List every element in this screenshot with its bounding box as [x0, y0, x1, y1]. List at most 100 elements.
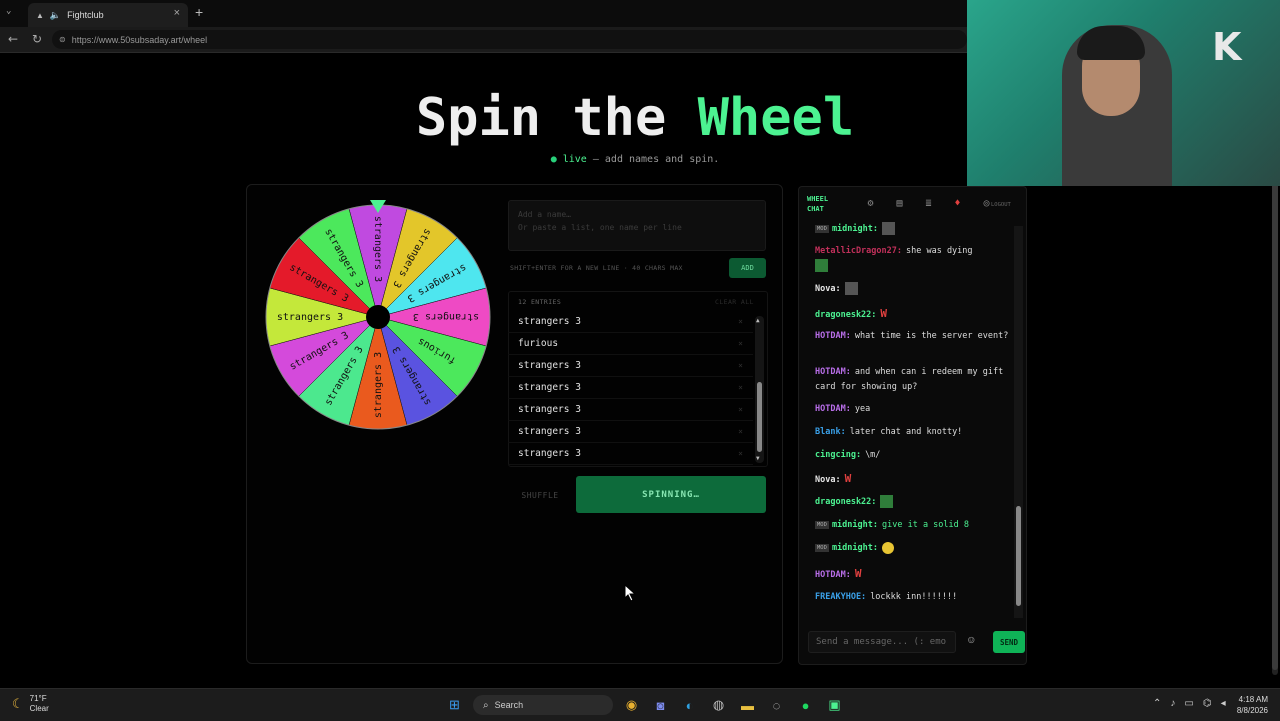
tray-chevron-icon[interactable]: ⌃ — [1153, 698, 1161, 709]
name-input[interactable]: Add a name… Or paste a list, one name pe… — [508, 200, 766, 251]
chat-message-input[interactable]: Send a message... (: emo — [808, 631, 956, 653]
entry-name: strangers 3 — [518, 404, 581, 415]
taskbar-apps: ⊞ ⌕ Search ◉ ◙ ◐ ◍ ▬ ◌ ● ▣ — [440, 695, 849, 715]
chat-username[interactable]: dragonesk22: — [815, 310, 876, 320]
chat-title: WHEEL CHAT — [807, 195, 829, 213]
chat-username[interactable]: Nova: — [815, 284, 841, 294]
chat-text: give it a solid 8 — [882, 520, 969, 530]
entry-row: furious × — [508, 333, 753, 355]
file-explorer-icon[interactable]: ▬ — [733, 698, 762, 713]
wheel-slice-label: strangers 3 — [277, 312, 343, 323]
steam-icon[interactable]: ◍ — [704, 697, 733, 713]
chat-username[interactable]: cingcing: — [815, 450, 861, 460]
volume-icon[interactable]: ◂ — [1221, 698, 1226, 709]
chrome-icon[interactable]: ◉ — [617, 697, 646, 713]
entry-remove-icon[interactable]: × — [738, 361, 743, 370]
tab-menu-icon[interactable]: ⌄ — [6, 6, 11, 16]
obs-icon[interactable]: ◌ — [762, 698, 791, 713]
chat-username[interactable]: HOTDAM: — [815, 331, 851, 341]
windows-start-icon[interactable]: ⊞ — [440, 697, 469, 713]
chat-text: lockkk inn!!!!!!! — [870, 592, 958, 602]
chat-toolbar: ⚙ ▤ ≣ ♦ ◎ — [856, 198, 1001, 209]
tab-close-icon[interactable]: × — [174, 7, 180, 19]
settings-icon[interactable]: ⚙ — [856, 198, 885, 209]
spotify-icon[interactable]: ● — [791, 698, 820, 713]
chat-username[interactable]: Nova: — [815, 475, 841, 485]
url-text: https://www.50subsaday.art/wheel — [71, 34, 208, 45]
spin-wheel[interactable]: strangers 3 strangers 3 strangers 3 strange… — [264, 200, 492, 432]
mod-badge: MOD — [815, 520, 829, 529]
entry-remove-icon[interactable]: × — [738, 339, 743, 348]
entry-name: strangers 3 — [518, 426, 581, 437]
chat-username[interactable]: MetallicDragon27: — [815, 246, 902, 256]
chat-username[interactable]: HOTDAM: — [815, 570, 851, 580]
input-hint: SHIFT+ENTER FOR A NEW LINE · 40 CHARS MA… — [510, 264, 683, 272]
database-icon[interactable]: ≣ — [914, 198, 943, 209]
spin-button[interactable]: SPINNING… — [576, 476, 766, 513]
discord-icon[interactable]: ◙ — [646, 698, 675, 713]
chat-username[interactable]: HOTDAM: — [815, 367, 851, 377]
add-button[interactable]: ADD — [729, 258, 766, 278]
browser-tab[interactable]: ▲ 🔈 Fightclub × — [28, 3, 188, 27]
entry-remove-icon[interactable]: × — [738, 317, 743, 326]
reload-icon[interactable]: ↻ — [32, 32, 42, 46]
chat-username[interactable]: midnight: — [832, 224, 878, 234]
weather-desc: Clear — [29, 704, 49, 713]
title-accent: Wheel — [697, 88, 855, 148]
send-button[interactable]: SEND — [993, 631, 1025, 653]
clock-time: 4:18 AM — [1238, 695, 1268, 704]
entry-row: strangers 3 × — [508, 421, 753, 443]
weather-widget[interactable]: ☾ 71°F Clear — [12, 694, 49, 714]
pin-icon[interactable]: ♦ — [943, 198, 972, 209]
app-icon[interactable]: ▣ — [820, 697, 849, 713]
chat-username[interactable]: midnight: — [832, 543, 878, 553]
display-icon[interactable]: ▭ — [1184, 698, 1193, 709]
entry-remove-icon[interactable]: × — [738, 383, 743, 392]
chat-username[interactable]: dragonesk22: — [815, 497, 876, 507]
chat-message: HOTDAM: and when can i redeem my gift car… — [815, 365, 1011, 395]
entry-remove-icon[interactable]: × — [738, 427, 743, 436]
chat-message: HOTDAM: W — [815, 566, 1011, 583]
chat-username[interactable]: FREAKYHOE: — [815, 592, 866, 602]
wheel-hub — [366, 305, 390, 329]
entry-row: strangers 3 × — [508, 399, 753, 421]
chat-message: dragonesk22: — [815, 495, 1011, 510]
entry-remove-icon[interactable]: × — [738, 449, 743, 458]
entries-scrollbar[interactable]: ▲ ▼ — [755, 316, 764, 463]
entry-row: strangers 3 × — [508, 377, 753, 399]
chat-username[interactable]: HOTDAM: — [815, 404, 851, 414]
clear-all-button[interactable]: CLEAR ALL — [715, 298, 754, 306]
speaker-icon[interactable]: 🔈 — [50, 10, 61, 21]
logout-button[interactable]: LOGOUT — [991, 202, 1011, 208]
chat-username[interactable]: midnight: — [832, 520, 878, 530]
chat-message: dragonesk22: W — [815, 306, 1011, 323]
network-icon[interactable]: ⌬ — [1203, 698, 1212, 709]
chat-scrollbar-thumb[interactable] — [1016, 506, 1021, 606]
address-bar[interactable]: ⊜ https://www.50subsaday.art/wheel — [52, 30, 967, 49]
shuffle-button[interactable]: SHUFFLE — [510, 485, 570, 505]
tab-title: Fightclub — [67, 10, 104, 20]
entries-scrollbar-thumb[interactable] — [757, 382, 762, 452]
clock[interactable]: 4:18 AM 8/8/2026 — [1228, 694, 1268, 716]
mic-icon[interactable]: ♪ — [1170, 698, 1175, 709]
entry-remove-icon[interactable]: × — [738, 405, 743, 414]
back-icon[interactable]: ← — [8, 32, 18, 46]
streamer-hair — [1077, 26, 1145, 60]
emoji-icon[interactable]: ☺ — [968, 634, 975, 647]
edge-icon[interactable]: ◐ — [675, 698, 704, 713]
site-info-icon[interactable]: ⊜ — [59, 35, 66, 44]
taskbar-search[interactable]: ⌕ Search — [473, 695, 613, 715]
archive-icon[interactable]: ▤ — [885, 198, 914, 209]
scroll-down-icon[interactable]: ▼ — [756, 455, 760, 462]
entry-name: strangers 3 — [518, 316, 581, 327]
scroll-up-icon[interactable]: ▲ — [756, 317, 760, 324]
mouse-cursor-icon — [624, 584, 636, 602]
chat-text: she was dying — [906, 246, 973, 256]
clock-date: 8/8/2026 — [1236, 706, 1268, 715]
wheel-slice-label: strangers 3 — [372, 216, 383, 282]
chat-username[interactable]: Blank: — [815, 427, 846, 437]
w-emote-icon: W — [880, 307, 888, 320]
chat-scrollbar[interactable] — [1014, 226, 1023, 618]
new-tab-button[interactable]: + — [195, 4, 203, 20]
chat-text: later chat and knotty! — [849, 427, 963, 437]
